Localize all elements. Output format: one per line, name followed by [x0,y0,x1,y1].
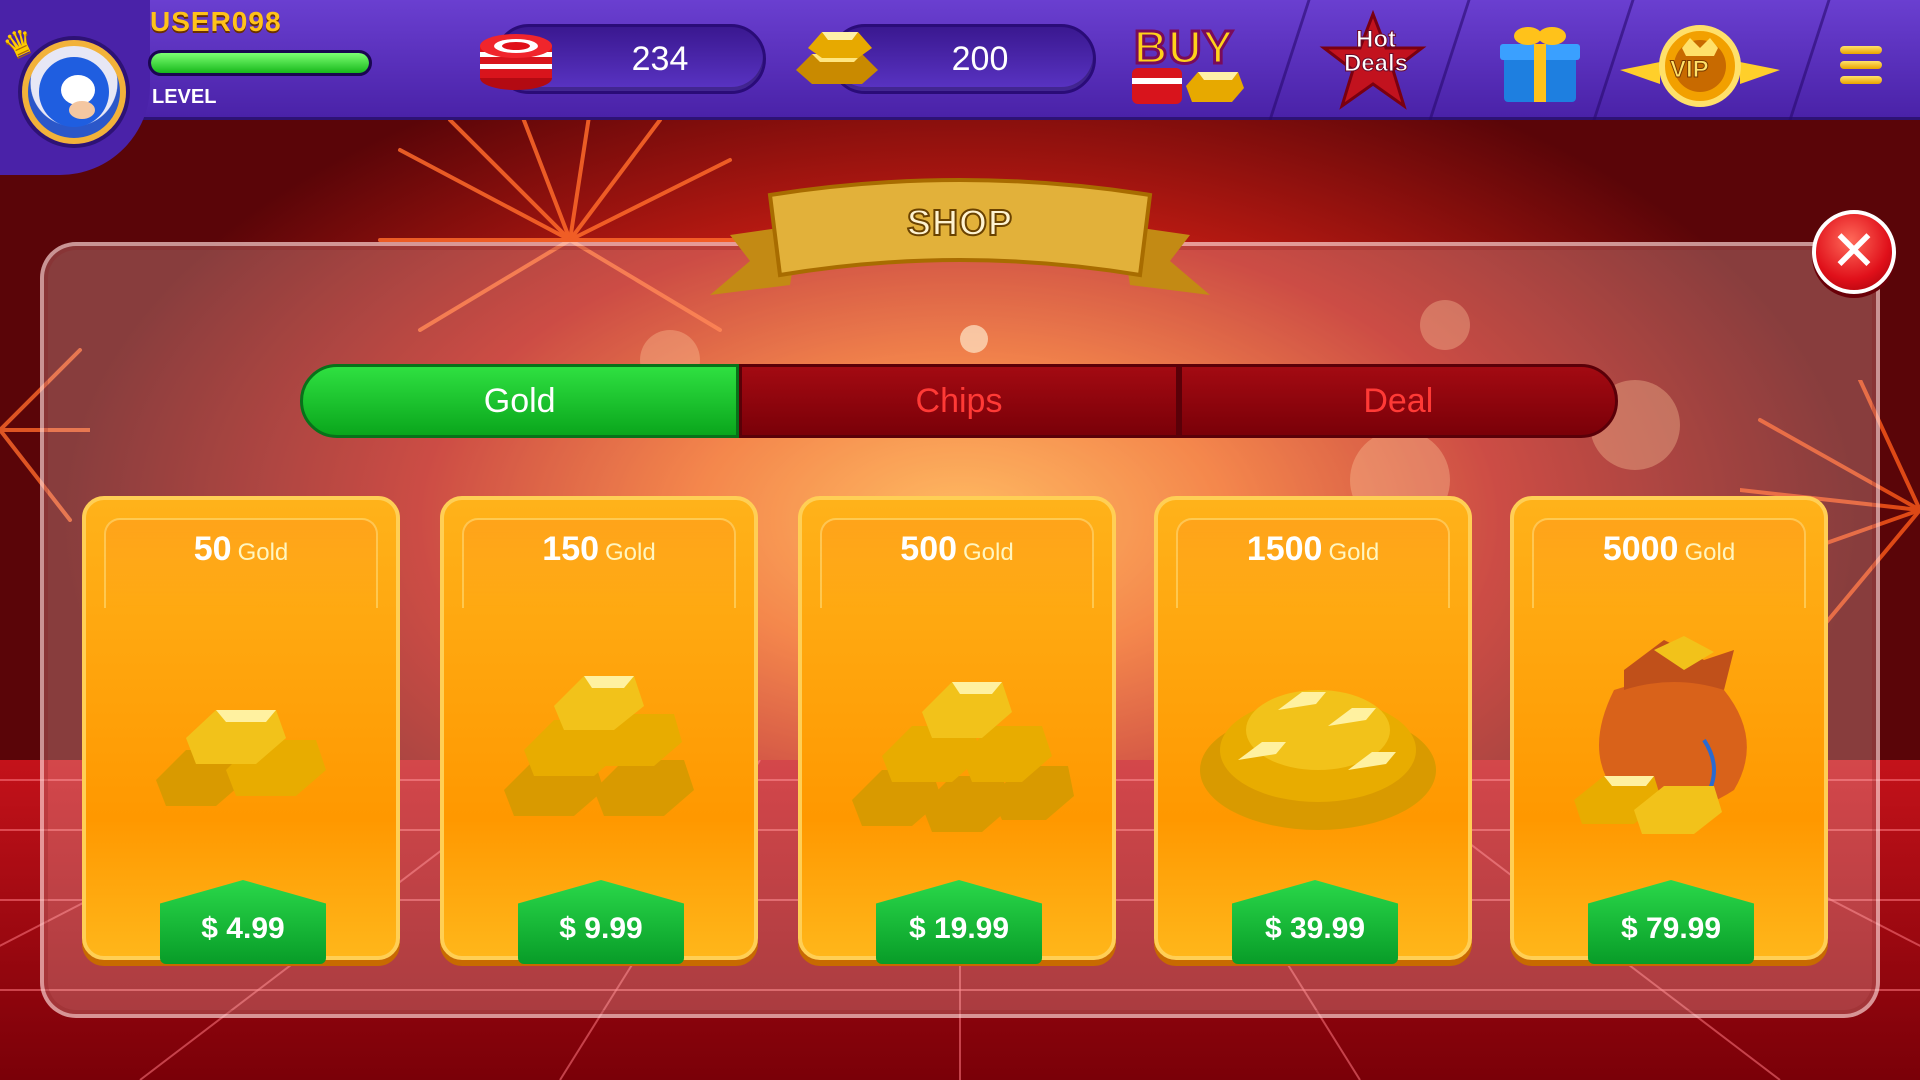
item-unit: Gold [963,539,1014,566]
divider [1788,0,1831,120]
price-button[interactable]: $ 19.99 [876,880,1042,964]
shop-item-card[interactable]: 150 Gold $ 9.99 [440,496,758,964]
tab-chips[interactable]: Chips [739,364,1179,438]
gift-icon[interactable] [1496,20,1584,106]
tab-gold[interactable]: Gold [300,364,740,438]
shop-item-card[interactable]: 500 Gold $ 19.99 [798,496,1116,964]
small-gold-pile-icon [156,710,326,806]
large-gold-pile-icon [1200,690,1436,830]
hedgehog-avatar-icon [39,57,109,127]
item-unit: Gold [237,539,289,566]
item-amount: 5000 Gold [1514,530,1824,569]
buy-label: BUY [1132,20,1235,75]
item-amount-value: 50 [193,530,232,568]
shop-tabs: Gold Chips Deal [300,364,1618,438]
level-label: LEVEL [152,86,217,108]
price-button[interactable]: $ 39.99 [1232,880,1398,964]
hot-deals-label: Hot Deals [1330,26,1422,77]
price-button[interactable]: $ 9.99 [518,880,684,964]
shop-item-card[interactable]: 5000 Gold $ 79.99 [1510,496,1828,964]
gold-sack-icon [1574,636,1747,834]
item-amount: 1500 Gold [1158,530,1468,569]
vip-label: VIP [1670,56,1710,84]
item-amount-value: 500 [900,530,958,568]
level-progress-fill [151,53,369,73]
hot-deals-label-line-1: Hot [1356,26,1397,53]
gold-balance-value: 200 [951,39,1009,78]
divider [1268,0,1311,120]
item-unit: Gold [605,539,656,566]
poker-chips-icon [480,34,552,90]
item-amount: 50 Gold [86,530,396,569]
item-amount-value: 1500 [1246,530,1323,568]
shop-item-card[interactable]: 1500 Gold $ 39.99 [1154,496,1472,964]
gold-bar-stack-icon [504,676,694,816]
tab-deal[interactable]: Deal [1178,364,1618,438]
close-icon: ✕ [1830,219,1878,284]
hamburger-menu-icon[interactable] [1840,46,1882,88]
price-button[interactable]: $ 79.99 [1588,880,1754,964]
item-amount: 500 Gold [802,530,1112,569]
chips-balance-value: 234 [631,39,689,78]
divider [1428,0,1471,120]
close-button[interactable]: ✕ [1812,210,1896,294]
item-unit: Gold [1684,539,1736,566]
shop-title: SHOP [906,201,1014,244]
price-button[interactable]: $ 4.99 [160,880,326,964]
gold-bar-pyramid-icon [852,682,1074,832]
item-amount-value: 5000 [1602,530,1679,568]
username: USER098 [150,6,282,37]
gold-bars-icon [796,32,878,84]
hot-deals-label-line-2: Deals [1343,50,1409,77]
level-progress-bar [148,50,372,76]
item-amount: 150 Gold [444,530,754,569]
item-amount-value: 150 [542,530,600,568]
item-unit: Gold [1328,539,1380,566]
shop-item-card[interactable]: 50 Gold $ 4.99 [82,496,400,964]
